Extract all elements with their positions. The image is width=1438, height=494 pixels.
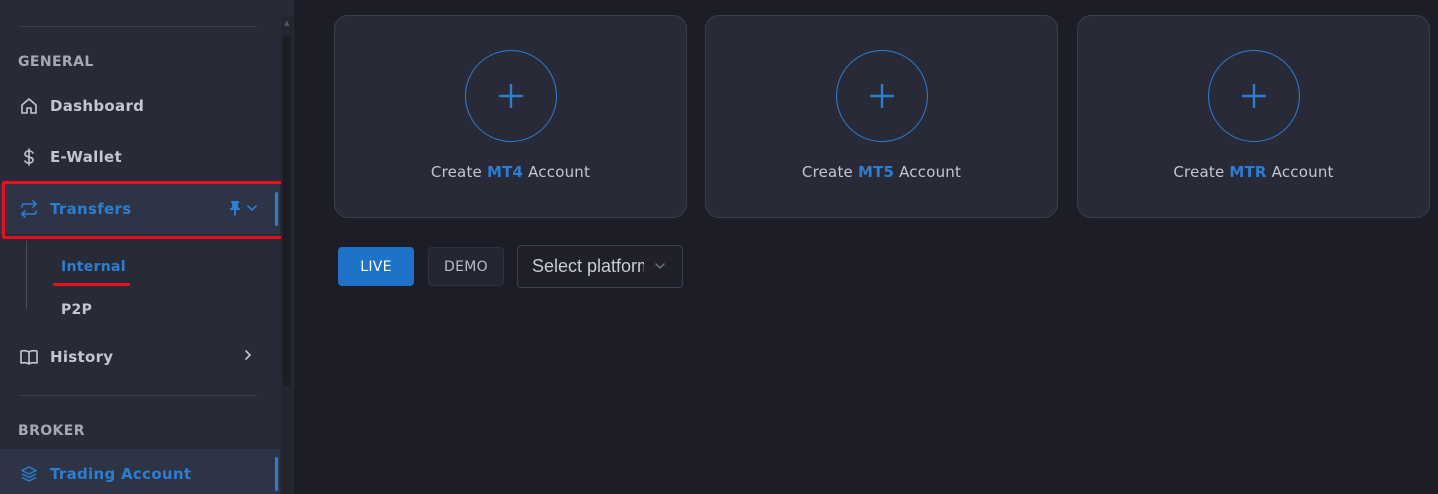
active-indicator (275, 457, 278, 491)
platform-name: MTR (1229, 163, 1267, 181)
chevron-right-icon (245, 350, 252, 360)
sidebar: GENERAL Dashboard E-Wallet Transfers Int… (0, 0, 294, 494)
sidebar-item-transfers[interactable]: Transfers (0, 184, 280, 234)
sidebar-item-label: Transfers (50, 200, 132, 218)
sidebar-item-ewallet[interactable]: E-Wallet (0, 132, 280, 182)
sidebar-item-dashboard[interactable]: Dashboard (0, 81, 280, 131)
dollar-icon (18, 146, 40, 168)
plus-icon (1207, 50, 1300, 142)
sidebar-subitem-internal[interactable]: Internal (61, 259, 126, 275)
submenu-tree-line (26, 241, 27, 309)
sidebar-item-label: Trading Account (50, 465, 192, 483)
plus-icon (835, 50, 928, 142)
card-label: Create MTR Account (1173, 163, 1334, 181)
platform-name: MT4 (486, 163, 524, 181)
section-title-broker: BROKER (18, 423, 85, 439)
sidebar-item-trading-account[interactable]: Trading Account (0, 449, 280, 494)
book-icon (18, 346, 40, 368)
platform-select[interactable]: Select platform (517, 245, 683, 288)
platform-select-value: Select platform (532, 256, 644, 276)
card-label: Create MT4 Account (430, 163, 591, 181)
home-icon (18, 95, 40, 117)
sidebar-scrollbar-thumb[interactable] (283, 36, 291, 386)
sidebar-item-history[interactable]: History (0, 332, 280, 382)
chevron-down-icon[interactable] (246, 202, 258, 214)
create-mt4-account-card[interactable]: Create MT4 Account (334, 15, 687, 218)
layers-icon (18, 463, 40, 485)
live-button[interactable]: LIVE (338, 247, 414, 286)
highlight-underline (53, 283, 130, 286)
card-label: Create MT5 Account (801, 163, 962, 181)
create-mtr-account-card[interactable]: Create MTR Account (1077, 15, 1430, 218)
plus-icon (464, 50, 557, 142)
sidebar-divider (18, 395, 257, 396)
section-title-general: GENERAL (18, 54, 94, 70)
transfer-arrows-icon (18, 198, 40, 220)
chevron-down-icon (655, 263, 665, 270)
transfers-actions (228, 200, 258, 216)
pin-icon[interactable] (228, 200, 242, 216)
sidebar-divider-top (18, 26, 257, 27)
sidebar-item-label: Dashboard (50, 97, 145, 115)
platform-name: MT5 (857, 163, 895, 181)
sidebar-subitem-p2p[interactable]: P2P (61, 302, 92, 318)
scroll-up-icon[interactable]: ▲ (283, 18, 291, 28)
active-indicator (275, 192, 278, 226)
sidebar-item-label: E-Wallet (50, 148, 122, 166)
sidebar-item-label: History (50, 348, 114, 366)
create-mt5-account-card[interactable]: Create MT5 Account (705, 15, 1058, 218)
demo-button[interactable]: DEMO (428, 247, 504, 286)
